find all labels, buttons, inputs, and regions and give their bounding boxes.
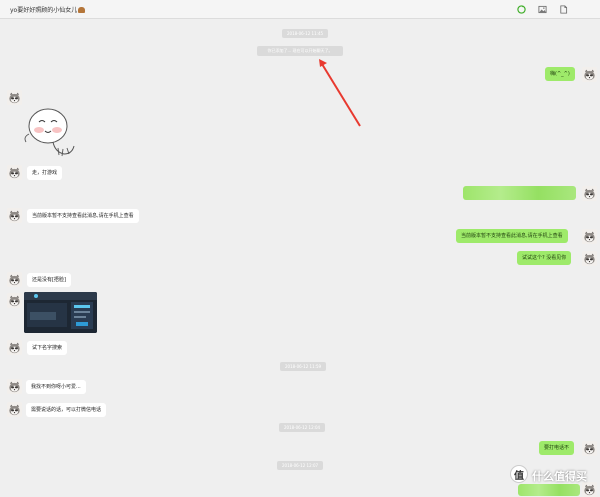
incoming-message[interactable]: 还是没有[捂脸]: [27, 273, 71, 287]
contact-avatar[interactable]: [7, 293, 22, 308]
raccoon-avatar-icon: [582, 67, 597, 82]
my-avatar[interactable]: [582, 186, 597, 201]
site-watermark: 值 什么值得买: [510, 462, 596, 492]
chat-header: yo要好好照顾的小仙女儿: [0, 0, 600, 19]
incoming-message[interactable]: 试下名字搜索: [27, 341, 68, 355]
outgoing-message[interactable]: 嗨(^_^): [545, 67, 575, 81]
raccoon-avatar-icon: [7, 402, 22, 417]
incoming-message[interactable]: 走，打游戏: [27, 166, 63, 180]
contact-avatar[interactable]: [7, 165, 22, 180]
file-icon: [559, 4, 567, 14]
my-avatar[interactable]: [582, 251, 597, 266]
raccoon-avatar-icon: [7, 379, 22, 394]
raccoon-avatar-icon: [7, 165, 22, 180]
my-avatar[interactable]: [582, 441, 597, 456]
chat-window: yo要好好照顾的小仙女儿 2018-06-12 11:45 你已添加了... 现…: [0, 0, 600, 497]
raccoon-avatar-icon: [582, 229, 597, 244]
image-icon: [537, 5, 547, 13]
cartoon-sticker-icon[interactable]: [22, 104, 80, 160]
outgoing-message[interactable]: 要打电话不: [539, 441, 575, 455]
image-button[interactable]: [537, 4, 547, 14]
contact-avatar[interactable]: [7, 208, 22, 223]
watermark-text: 什么值得买: [532, 470, 587, 483]
contact-avatar[interactable]: [7, 340, 22, 355]
raccoon-avatar-icon: [582, 441, 597, 456]
raccoon-avatar-icon: [582, 251, 597, 266]
outgoing-message[interactable]: 当前版本暂不支持查看此消息,请在手机上查看: [456, 229, 568, 243]
refresh-icon: [516, 4, 526, 14]
incoming-message[interactable]: 当前版本暂不支持查看此消息,请在手机上查看: [27, 209, 139, 223]
contact-avatar[interactable]: [7, 402, 22, 417]
raccoon-avatar-icon: [7, 293, 22, 308]
incoming-message[interactable]: 我找不到你呀小可爱...: [26, 380, 86, 394]
raccoon-avatar-icon: [7, 90, 22, 105]
raccoon-avatar-icon: [7, 208, 22, 223]
outgoing-message-blurred[interactable]: [463, 186, 576, 200]
timestamp: 2018-06-12 11:45: [282, 29, 329, 38]
bag-emoji-icon: [78, 7, 86, 13]
raccoon-avatar-icon: [7, 340, 22, 355]
game-screenshot-icon: [24, 292, 97, 333]
chat-title-text: yo要好好照顾的小仙女儿: [10, 7, 78, 14]
system-notice: 你已添加了... 现在可以开始聊天了。: [257, 46, 343, 56]
timestamp: 2018-06-12 12:04: [279, 423, 326, 432]
timestamp: 2018-06-12 12:07: [277, 461, 324, 470]
timestamp: 2018-06-12 11:59: [280, 362, 327, 371]
chat-title: yo要好好照顾的小仙女儿: [10, 5, 86, 14]
my-avatar[interactable]: [582, 229, 597, 244]
image-message[interactable]: [24, 292, 97, 333]
contact-avatar[interactable]: [7, 379, 22, 394]
contact-avatar[interactable]: [7, 90, 22, 105]
file-button[interactable]: [558, 4, 568, 14]
raccoon-avatar-icon: [582, 186, 597, 201]
raccoon-avatar-icon: [7, 272, 22, 287]
refresh-button[interactable]: [516, 4, 526, 14]
my-avatar[interactable]: [582, 67, 597, 82]
incoming-message[interactable]: 需要说话的话，可以打微信电话: [26, 403, 107, 417]
outgoing-message[interactable]: 试试这个? 没看见你: [517, 251, 572, 265]
watermark-logo-icon: 值: [510, 465, 528, 483]
contact-avatar[interactable]: [7, 272, 22, 287]
